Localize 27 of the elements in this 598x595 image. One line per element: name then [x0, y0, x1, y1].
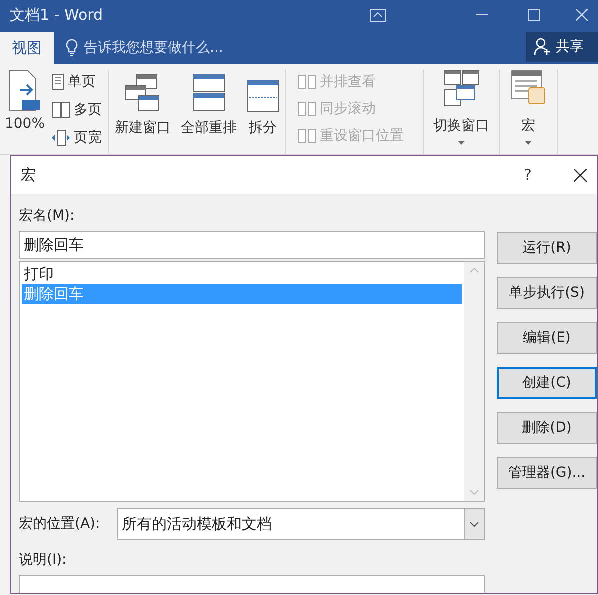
dialog-title: 宏 — [21, 164, 36, 186]
dialog-button[interactable]: 单步执行(S) — [497, 277, 597, 309]
dialog-button[interactable]: 创建(C) — [497, 367, 597, 399]
dialog-button[interactable]: 编辑(E) — [497, 322, 597, 354]
description-label: 说明(I): — [19, 551, 68, 570]
page-view-button[interactable]: 多页 — [52, 98, 102, 122]
macro-name-label: 宏名(M): — [19, 207, 76, 226]
share-button[interactable]: 共享 — [526, 32, 598, 62]
location-label: 宏的位置(A): — [19, 514, 102, 534]
location-dropdown[interactable]: 所有的活动模板和文档 — [117, 508, 485, 540]
window-command-button[interactable]: 全部重排 — [179, 70, 239, 154]
dialog-button[interactable]: 删除(D) — [497, 412, 597, 444]
ribbon-tab[interactable]: 视图 — [0, 32, 54, 64]
macros-button[interactable]: 宏 — [510, 70, 546, 137]
window-command-button[interactable]: 新建窗口 — [113, 70, 173, 154]
zoom-100-button[interactable]: 100% — [4, 114, 46, 135]
macro-list-item[interactable]: 打印 — [22, 264, 462, 284]
page-view-button[interactable]: 单页 — [52, 70, 102, 94]
window-title: 文档1 - Word — [10, 4, 104, 26]
dialog-button[interactable]: 运行(R) — [497, 232, 597, 264]
dialog-button[interactable]: 管理器(G)... — [497, 457, 597, 489]
window-command-button[interactable]: 拆分 — [245, 70, 281, 154]
page-view-button[interactable]: 页宽 — [52, 126, 102, 150]
switch-windows-button[interactable]: 切换窗口 — [434, 70, 490, 137]
help-button[interactable]: ? — [524, 164, 532, 186]
tell-me-field[interactable]: 告诉我您想要做什么... — [84, 38, 224, 58]
macro-name-field[interactable]: 删除回车 — [19, 231, 485, 259]
